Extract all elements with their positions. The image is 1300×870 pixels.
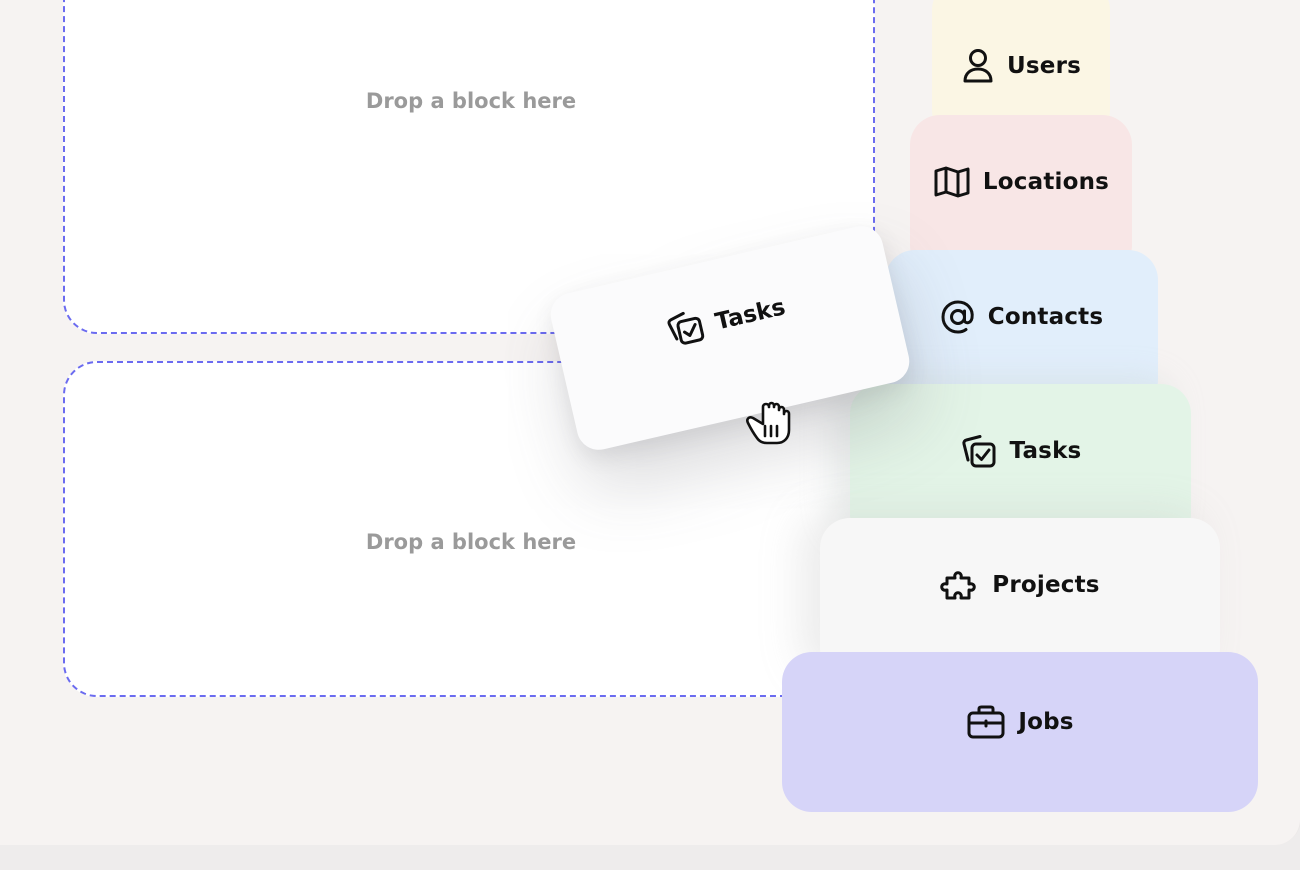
block-label: Locations bbox=[982, 169, 1110, 195]
dragged-block-label: Tasks bbox=[712, 294, 788, 336]
task-check-icon bbox=[960, 432, 998, 470]
canvas: Drop a block here Drop a block here User… bbox=[0, 0, 1300, 845]
map-icon bbox=[933, 166, 971, 198]
block-label: Projects bbox=[992, 572, 1100, 598]
briefcase-icon bbox=[966, 704, 1006, 740]
at-sign-icon bbox=[940, 299, 976, 335]
puzzle-icon bbox=[940, 565, 980, 605]
block-label: Contacts bbox=[987, 304, 1104, 330]
block-label: Jobs bbox=[1018, 709, 1074, 735]
block-jobs[interactable]: Jobs bbox=[782, 652, 1258, 812]
block-label: Users bbox=[1007, 53, 1081, 79]
grab-hand-cursor-icon bbox=[743, 396, 795, 446]
task-check-icon bbox=[662, 305, 708, 354]
user-icon bbox=[961, 47, 995, 85]
dropzone-label: Drop a block here bbox=[365, 530, 577, 554]
dropzone-label: Drop a block here bbox=[365, 89, 577, 113]
block-label: Tasks bbox=[1009, 438, 1082, 464]
